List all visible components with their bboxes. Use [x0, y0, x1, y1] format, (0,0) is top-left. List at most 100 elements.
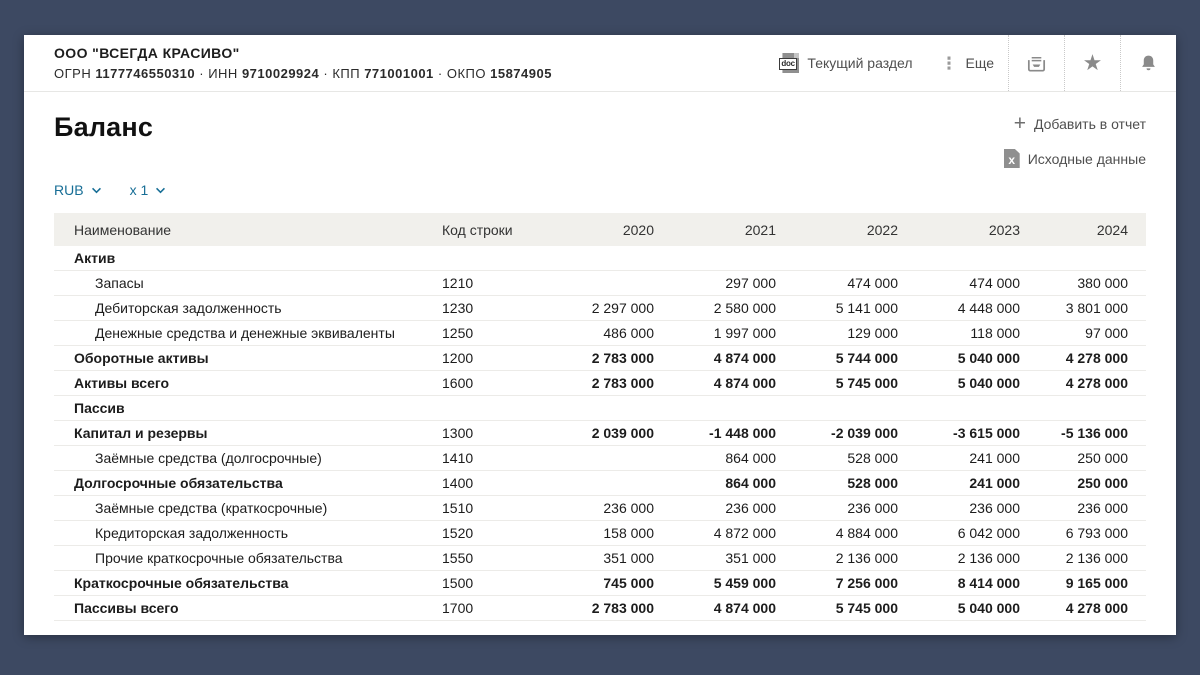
row-name: Заёмные средства (краткосрочные) — [54, 500, 442, 516]
multiplier-dropdown[interactable]: x 1 — [130, 182, 167, 198]
row-name: Денежные средства и денежные эквиваленты — [54, 325, 442, 341]
row-value: 6 793 000 — [1020, 525, 1128, 541]
balance-table: НаименованиеКод строки202020212022202320… — [54, 213, 1146, 621]
company-header: ООО "ВСЕГДА КРАСИВО" ОГРН 1177746550310 … — [24, 35, 1176, 92]
row-value: 8 414 000 — [898, 575, 1020, 591]
currency-dropdown[interactable]: RUB — [54, 182, 102, 198]
row-value: 5 744 000 — [776, 350, 898, 366]
row-code: 1700 — [442, 600, 530, 616]
row-value: 474 000 — [776, 275, 898, 291]
column-header: 2024 — [1020, 222, 1128, 238]
row-value: 241 000 — [898, 475, 1020, 491]
row-value: 9 165 000 — [1020, 575, 1128, 591]
row-value: 486 000 — [530, 325, 654, 341]
row-value: 236 000 — [530, 500, 654, 516]
table-row[interactable]: Долгосрочные обязательства1400864 000528… — [54, 471, 1146, 496]
row-value: 351 000 — [654, 550, 776, 566]
table-row[interactable]: Кредиторская задолженность1520158 0004 8… — [54, 521, 1146, 546]
kebab-icon: ⋮ — [941, 55, 958, 72]
row-value: 241 000 — [898, 450, 1020, 466]
row-name: Прочие краткосрочные обязательства — [54, 550, 442, 566]
row-value: 250 000 — [1020, 450, 1128, 466]
row-value: 2 783 000 — [530, 375, 654, 391]
column-header: 2021 — [654, 222, 776, 238]
company-name: ООО "ВСЕГДА КРАСИВО" — [54, 45, 552, 61]
row-code: 1600 — [442, 375, 530, 391]
app-window: ООО "ВСЕГДА КРАСИВО" ОГРН 1177746550310 … — [24, 35, 1176, 635]
table-row[interactable]: Денежные средства и денежные эквиваленты… — [54, 321, 1146, 346]
row-value: 4 874 000 — [654, 600, 776, 616]
row-value: 4 278 000 — [1020, 350, 1128, 366]
table-row[interactable]: Активы всего16002 783 0004 874 0005 745 … — [54, 371, 1146, 396]
row-value: -3 615 000 — [898, 425, 1020, 441]
row-name: Дебиторская задолженность — [54, 300, 442, 316]
doc-icon-badge: doc — [779, 58, 796, 70]
row-value: 5 040 000 — [898, 350, 1020, 366]
add-to-report-button[interactable]: + Добавить в отчет — [1014, 116, 1146, 132]
row-value: 5 040 000 — [898, 375, 1020, 391]
table-row[interactable]: Заёмные средства (краткосрочные)1510236 … — [54, 496, 1146, 521]
table-header-row: НаименованиеКод строки202020212022202320… — [54, 213, 1146, 246]
row-code: 1210 — [442, 275, 530, 291]
table-row[interactable]: Прочие краткосрочные обязательства155035… — [54, 546, 1146, 571]
row-value: 97 000 — [1020, 325, 1128, 341]
row-value: 4 884 000 — [776, 525, 898, 541]
table-row[interactable]: Оборотные активы12002 783 0004 874 0005 … — [54, 346, 1146, 371]
table-row[interactable]: Капитал и резервы13002 039 000-1 448 000… — [54, 421, 1146, 446]
row-value: 297 000 — [654, 275, 776, 291]
more-button[interactable]: ⋮ Еще — [927, 35, 1009, 91]
reg-value: 9710029924 — [242, 66, 319, 81]
row-name: Пассив — [54, 400, 442, 416]
row-name: Запасы — [54, 275, 442, 291]
row-value: 129 000 — [776, 325, 898, 341]
row-name: Кредиторская задолженность — [54, 525, 442, 541]
doc-icon: doc — [782, 53, 799, 73]
reg-label: ОКПО — [447, 66, 486, 81]
source-data-button[interactable]: x Исходные данные — [1004, 149, 1146, 168]
row-value: 236 000 — [654, 500, 776, 516]
favorites-button[interactable]: ★ — [1064, 35, 1120, 91]
current-section-button[interactable]: doc Текущий раздел — [768, 35, 926, 91]
row-value: 7 256 000 — [776, 575, 898, 591]
row-code: 1520 — [442, 525, 530, 541]
row-name: Долгосрочные обязательства — [54, 475, 442, 491]
row-value: 5 040 000 — [898, 600, 1020, 616]
column-header: 2023 — [898, 222, 1020, 238]
table-row[interactable]: Заёмные средства (долгосрочные)1410864 0… — [54, 446, 1146, 471]
table-row[interactable]: Краткосрочные обязательства1500745 0005 … — [54, 571, 1146, 596]
row-name: Актив — [54, 250, 442, 266]
table-row[interactable]: Дебиторская задолженность12302 297 0002 … — [54, 296, 1146, 321]
row-value: 2 039 000 — [530, 425, 654, 441]
row-code: 1250 — [442, 325, 530, 341]
table-row[interactable]: Пассивы всего17002 783 0004 874 0005 745… — [54, 596, 1146, 621]
row-value: 236 000 — [1020, 500, 1128, 516]
row-value: 2 297 000 — [530, 300, 654, 316]
row-value: 2 783 000 — [530, 600, 654, 616]
table-row[interactable]: Актив — [54, 246, 1146, 271]
row-value: 4 448 000 — [898, 300, 1020, 316]
row-name: Капитал и резервы — [54, 425, 442, 441]
inbox-button[interactable] — [1008, 35, 1064, 91]
row-name: Активы всего — [54, 375, 442, 391]
row-name: Краткосрочные обязательства — [54, 575, 442, 591]
inbox-icon — [1025, 52, 1048, 75]
row-value: 528 000 — [776, 475, 898, 491]
reg-value: 1177746550310 — [95, 66, 195, 81]
table-row[interactable]: Пассив — [54, 396, 1146, 421]
row-code: 1230 — [442, 300, 530, 316]
plus-icon: + — [1014, 117, 1026, 131]
reg-label: КПП — [332, 66, 360, 81]
column-header: 2020 — [530, 222, 654, 238]
notifications-button[interactable] — [1120, 35, 1176, 91]
row-value: 4 872 000 — [654, 525, 776, 541]
excel-icon-letter: x — [1004, 154, 1020, 167]
row-value: 4 278 000 — [1020, 375, 1128, 391]
row-value: 2 136 000 — [776, 550, 898, 566]
row-value: 158 000 — [530, 525, 654, 541]
current-section-label: Текущий раздел — [807, 55, 912, 71]
table-row[interactable]: Запасы1210297 000474 000474 000380 000 — [54, 271, 1146, 296]
row-value: -5 136 000 — [1020, 425, 1128, 441]
main-content: Баланс + Добавить в отчет x Исходные дан… — [24, 112, 1176, 621]
multiplier-value: x 1 — [130, 182, 149, 198]
row-value: 2 136 000 — [898, 550, 1020, 566]
